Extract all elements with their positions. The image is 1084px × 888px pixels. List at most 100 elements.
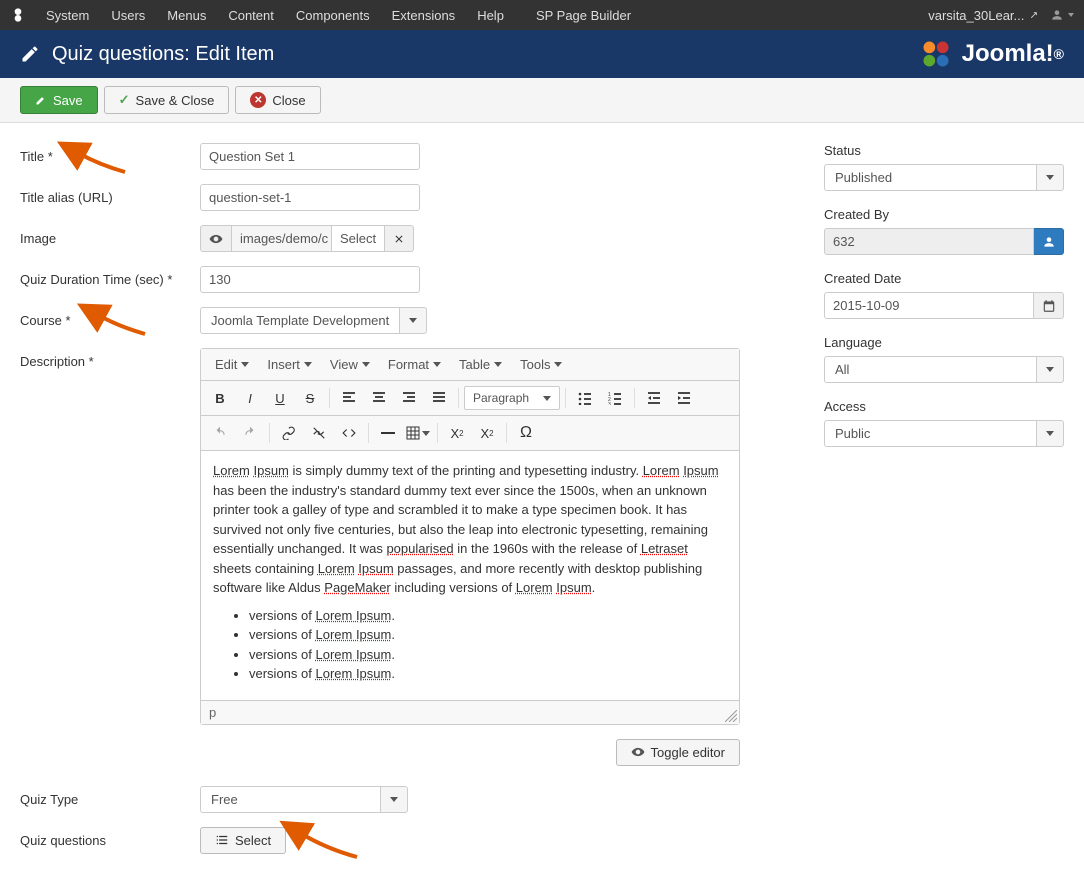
chevron-down-icon (1036, 420, 1064, 447)
top-nav: System Users Menus Content Components Ex… (0, 0, 1084, 30)
editor-statusbar: p (201, 700, 739, 724)
createddate-input[interactable] (824, 292, 1034, 319)
joomla-brand: Joomla!® (916, 34, 1064, 74)
x-icon (393, 233, 405, 245)
image-clear-button[interactable] (385, 225, 414, 252)
align-justify-button[interactable] (425, 384, 453, 412)
number-list-button[interactable]: 123 (601, 384, 629, 412)
action-toolbar: Save ✓ Save & Close ✕ Close (0, 78, 1084, 123)
select-user-button[interactable] (1034, 228, 1064, 255)
editor-content[interactable]: Lorem Ipsum is simply dummy text of the … (201, 451, 739, 700)
redo-button[interactable] (236, 419, 264, 447)
format-select[interactable]: Paragraph (464, 386, 560, 410)
image-label: Image (20, 225, 200, 246)
nav-system[interactable]: System (36, 0, 99, 31)
unlink-button[interactable] (305, 419, 333, 447)
chevron-down-icon (380, 786, 408, 813)
annotation-arrow (70, 147, 130, 177)
eye-icon (631, 745, 645, 759)
title-input[interactable] (200, 143, 420, 170)
nav-components[interactable]: Components (286, 0, 380, 31)
link-button[interactable] (275, 419, 303, 447)
joomla-icon (10, 7, 26, 23)
image-select-button[interactable]: Select (332, 225, 385, 252)
hr-button[interactable] (374, 419, 402, 447)
toggle-editor-button[interactable]: Toggle editor (616, 739, 740, 766)
save-close-button[interactable]: ✓ Save & Close (104, 86, 230, 114)
editor-menu-insert[interactable]: Insert (259, 351, 320, 378)
calendar-button[interactable] (1034, 292, 1064, 319)
quiztype-select[interactable]: Free (200, 786, 408, 813)
chevron-down-icon (399, 307, 427, 334)
editor-menu-edit[interactable]: Edit (207, 351, 257, 378)
italic-button[interactable]: I (236, 384, 264, 412)
nav-content[interactable]: Content (218, 0, 284, 31)
alias-input[interactable] (200, 184, 420, 211)
code-button[interactable] (335, 419, 363, 447)
outdent-button[interactable] (640, 384, 668, 412)
apply-icon (35, 94, 47, 106)
chevron-down-icon (1036, 164, 1064, 191)
sidebar: Status Published Created By Created Date… (824, 143, 1064, 868)
language-select[interactable]: All (824, 356, 1064, 383)
nav-users[interactable]: Users (101, 0, 155, 31)
editor-menu-format[interactable]: Format (380, 351, 449, 378)
annotation-arrow (90, 309, 150, 339)
joomla-logo-icon (916, 34, 956, 74)
user-site-link[interactable]: varsita_30Lear... (928, 8, 1038, 23)
strike-button[interactable]: S (296, 384, 324, 412)
status-label: Status (824, 143, 1064, 158)
status-select[interactable]: Published (824, 164, 1064, 191)
subscript-button[interactable]: X2 (443, 419, 471, 447)
duration-label: Quiz Duration Time (sec) * (20, 266, 200, 287)
wysiwyg-editor: Edit Insert View Format Table Tools B I … (200, 348, 740, 725)
access-select[interactable]: Public (824, 420, 1064, 447)
align-right-button[interactable] (395, 384, 423, 412)
resize-grip-icon[interactable] (725, 710, 737, 722)
description-label: Description * (20, 348, 200, 369)
bold-button[interactable]: B (206, 384, 234, 412)
nav-menus[interactable]: Menus (157, 0, 216, 31)
quizquestions-select-button[interactable]: Select (200, 827, 286, 854)
undo-button[interactable] (206, 419, 234, 447)
align-center-button[interactable] (365, 384, 393, 412)
createddate-label: Created Date (824, 271, 1064, 286)
cancel-icon: ✕ (250, 92, 266, 108)
table-button[interactable] (404, 419, 432, 447)
nav-extensions[interactable]: Extensions (382, 0, 466, 31)
align-left-button[interactable] (335, 384, 363, 412)
user-caret-icon (1068, 13, 1074, 17)
save-button[interactable]: Save (20, 86, 98, 114)
editor-menu-table[interactable]: Table (451, 351, 510, 378)
close-button[interactable]: ✕ Close (235, 86, 320, 114)
editor-menu-tools[interactable]: Tools (512, 351, 570, 378)
chevron-down-icon (1036, 356, 1064, 383)
alias-label: Title alias (URL) (20, 184, 200, 205)
title-label: Title * (20, 143, 200, 164)
createdby-label: Created By (824, 207, 1064, 222)
createdby-input (824, 228, 1034, 255)
course-label: Course * (20, 307, 200, 328)
bullet-list-button[interactable] (571, 384, 599, 412)
superscript-button[interactable]: X2 (473, 419, 501, 447)
access-label: Access (824, 399, 1064, 414)
edit-icon (20, 44, 40, 64)
duration-input[interactable] (200, 266, 420, 293)
list-icon (215, 833, 229, 847)
user-icon[interactable] (1050, 8, 1064, 22)
language-label: Language (824, 335, 1064, 350)
nav-sp-page-builder[interactable]: SP Page Builder (526, 0, 641, 31)
special-char-button[interactable]: Ω (512, 419, 540, 447)
underline-button[interactable]: U (266, 384, 294, 412)
nav-help[interactable]: Help (467, 0, 514, 31)
image-path: images/demo/c (232, 225, 332, 252)
user-icon (1042, 235, 1056, 249)
editor-menu-view[interactable]: View (322, 351, 378, 378)
svg-text:3: 3 (608, 402, 611, 405)
indent-button[interactable] (670, 384, 698, 412)
image-preview-button[interactable] (200, 225, 232, 252)
eye-icon (209, 232, 223, 246)
annotation-arrow (292, 827, 362, 862)
calendar-icon (1042, 299, 1056, 313)
course-select[interactable]: Joomla Template Development (200, 307, 427, 334)
